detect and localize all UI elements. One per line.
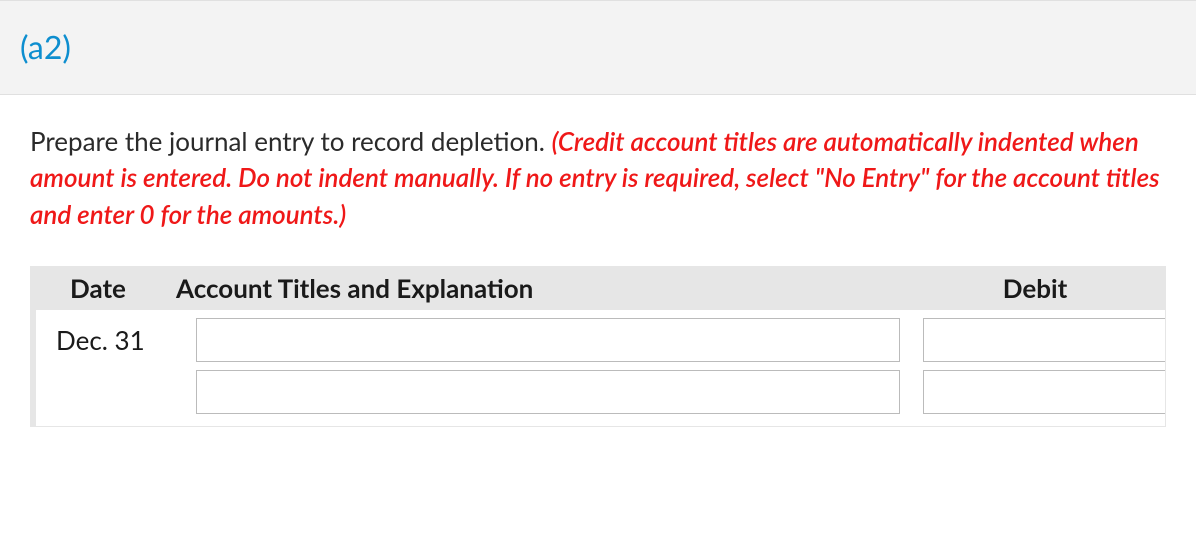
- journal-entry-table: Date Account Titles and Explanation Debi…: [30, 266, 1166, 427]
- column-header-date: Date: [36, 272, 170, 304]
- account-title-input[interactable]: [196, 318, 900, 362]
- column-header-debit: Debit: [905, 272, 1165, 304]
- account-title-input[interactable]: [196, 370, 900, 414]
- date-cell: Dec. 31: [36, 324, 170, 356]
- table-header-row: Date Account Titles and Explanation Debi…: [36, 266, 1165, 310]
- debit-amount-input[interactable]: [923, 370, 1165, 414]
- debit-amount-input[interactable]: [923, 318, 1165, 362]
- column-header-account: Account Titles and Explanation: [170, 272, 905, 304]
- debit-cell: [905, 318, 1165, 362]
- table-row: [36, 362, 1165, 414]
- account-cell: [170, 318, 905, 362]
- table-row: Dec. 31: [36, 310, 1165, 362]
- section-header: (a2): [0, 0, 1196, 95]
- section-label: (a2): [20, 27, 71, 66]
- content-area: Prepare the journal entry to record depl…: [0, 95, 1196, 427]
- instruction-lead: Prepare the journal entry to record depl…: [30, 125, 552, 157]
- account-cell: [170, 370, 905, 414]
- instruction-text: Prepare the journal entry to record depl…: [30, 123, 1166, 232]
- debit-cell: [905, 370, 1165, 414]
